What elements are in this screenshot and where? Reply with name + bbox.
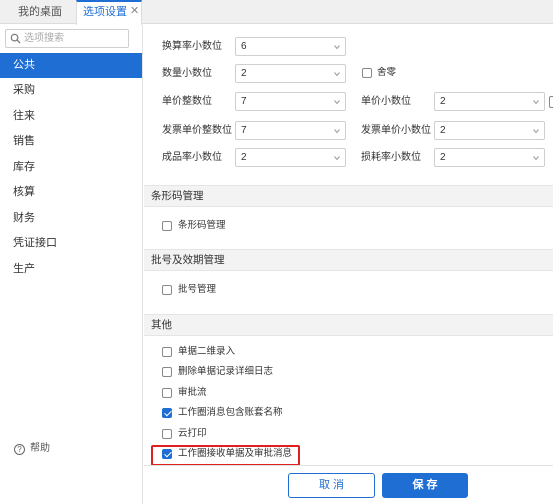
save-button[interactable]: 保 存 [382, 473, 468, 498]
cut-off-checkbox[interactable] [549, 96, 553, 108]
option-search-box[interactable] [5, 29, 129, 48]
conversion-decimals-value: 6 [241, 41, 247, 52]
qty-decimals-label: 数量小数位 [162, 68, 212, 79]
delete-log-label: 删除单据记录详细日志 [178, 366, 274, 377]
section-other-header: 其他 [144, 314, 553, 336]
chevron-down-icon [334, 72, 340, 77]
sidebar-item-voucher-interface[interactable]: 凭证接口 [0, 231, 142, 256]
price-integer-select[interactable]: 7 [235, 92, 346, 111]
tab-bar: 我的桌面 选项设置 ✕ [0, 0, 553, 25]
sidebar-item-public[interactable]: 公共 [0, 53, 142, 78]
yield-decimals-select[interactable]: 2 [235, 148, 346, 167]
price-decimals-value: 2 [440, 96, 446, 107]
price-decimals-select[interactable]: 2 [434, 92, 545, 111]
sidebar-item-accounts[interactable]: 往来 [0, 104, 142, 129]
qty-decimals-select[interactable]: 2 [235, 64, 346, 83]
message-account-name-label: 工作圈消息包含账套名称 [178, 407, 283, 418]
sidebar-item-sales[interactable]: 销售 [0, 129, 142, 154]
round-off-checkbox[interactable] [362, 68, 372, 78]
invoice-price-integer-select[interactable]: 7 [235, 121, 346, 140]
loss-decimals-select[interactable]: 2 [434, 148, 545, 167]
help-link[interactable]: ? 帮助 [14, 442, 50, 456]
help-label: 帮助 [30, 443, 50, 454]
price-decimals-label: 单价小数位 [361, 96, 411, 107]
search-icon [10, 33, 21, 44]
sidebar-item-purchase[interactable]: 采购 [0, 78, 142, 103]
chevron-down-icon [533, 129, 539, 134]
price-integer-value: 7 [241, 96, 247, 107]
conversion-decimals-select[interactable]: 6 [235, 37, 346, 56]
two-dimensional-entry-checkbox[interactable] [162, 347, 172, 357]
section-barcode-header: 条形码管理 [144, 185, 553, 207]
invoice-price-decimals-select[interactable]: 2 [434, 121, 545, 140]
cloud-print-checkbox[interactable] [162, 429, 172, 439]
help-icon: ? [14, 444, 25, 455]
sidebar-item-inventory[interactable]: 库存 [0, 155, 142, 180]
message-account-name-checkbox[interactable] [162, 408, 172, 418]
two-dimensional-entry-label: 单据二维录入 [178, 346, 236, 357]
barcode-management-checkbox[interactable] [162, 221, 172, 231]
batch-management-label: 批号管理 [178, 284, 217, 295]
price-integer-label: 单价整数位 [162, 96, 212, 107]
highlight-box [151, 445, 300, 466]
cloud-print-label: 云打印 [178, 428, 207, 439]
loss-decimals-label: 损耗率小数位 [361, 152, 421, 163]
yield-decimals-label: 成品率小数位 [162, 152, 222, 163]
invoice-price-integer-value: 7 [241, 125, 247, 136]
chevron-down-icon [334, 129, 340, 134]
round-off-label: 舍零 [377, 67, 397, 78]
yield-decimals-value: 2 [241, 152, 247, 163]
cancel-button[interactable]: 取 消 [288, 473, 375, 498]
approval-flow-label: 审批流 [178, 387, 207, 398]
settings-panel: 换算率小数位 6 数量小数位 2 舍零 单价整数位 7 单价小数位 2 发票单价… [144, 25, 553, 465]
tab-my-desktop[interactable]: 我的桌面 [8, 0, 72, 24]
sidebar-item-costing[interactable]: 核算 [0, 180, 142, 205]
option-search-input[interactable] [24, 31, 124, 46]
close-icon[interactable]: ✕ [130, 5, 139, 17]
delete-log-checkbox[interactable] [162, 367, 172, 377]
invoice-price-decimals-label: 发票单价小数位 [361, 125, 431, 136]
chevron-down-icon [334, 156, 340, 161]
batch-management-checkbox[interactable] [162, 285, 172, 295]
barcode-management-label: 条形码管理 [178, 220, 226, 231]
section-batch-header: 批号及效期管理 [144, 249, 553, 271]
chevron-down-icon [533, 100, 539, 105]
conversion-decimals-label: 换算率小数位 [162, 41, 222, 52]
sidebar-item-finance[interactable]: 财务 [0, 206, 142, 231]
approval-flow-checkbox[interactable] [162, 388, 172, 398]
loss-decimals-value: 2 [440, 152, 446, 163]
chevron-down-icon [533, 156, 539, 161]
invoice-price-decimals-value: 2 [440, 125, 446, 136]
invoice-price-integer-label: 发票单价整数位 [162, 125, 232, 136]
chevron-down-icon [334, 45, 340, 50]
footer-bar: 取 消 保 存 [144, 465, 553, 504]
sidebar-item-production[interactable]: 生产 [0, 257, 142, 282]
chevron-down-icon [334, 100, 340, 105]
qty-decimals-value: 2 [241, 68, 247, 79]
sidebar: 公共 采购 往来 销售 库存 核算 财务 凭证接口 生产 ? 帮助 [0, 25, 143, 504]
